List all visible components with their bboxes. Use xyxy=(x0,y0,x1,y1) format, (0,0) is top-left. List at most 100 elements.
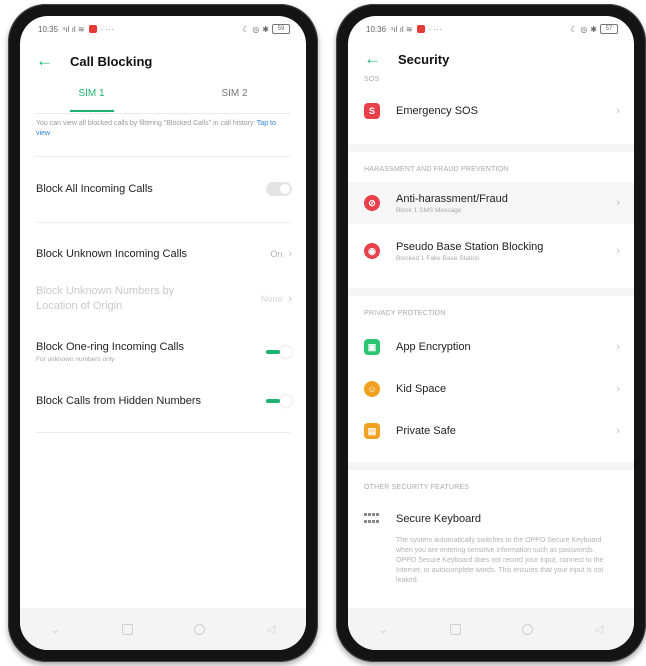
more-notifications-icon: · ··· xyxy=(100,24,114,34)
nav-hide-icon[interactable]: ⌄ xyxy=(51,623,60,636)
notification-icon xyxy=(416,25,425,33)
block-icon: ⊘ xyxy=(364,195,380,211)
row-label: Block All Incoming Calls xyxy=(36,183,153,195)
sim-tabs: SIM 1 SIM 2 xyxy=(20,80,306,114)
divider xyxy=(36,156,290,157)
app-bar: ← Security xyxy=(348,44,634,74)
blocked-calls-info: You can view all blocked calls by filter… xyxy=(36,119,290,139)
chevron-right-icon: › xyxy=(616,383,620,395)
secure-keyboard-description: The system automatically switches to the… xyxy=(396,537,604,584)
chevron-right-icon: › xyxy=(616,197,620,209)
lock-icon: ▣ xyxy=(364,339,380,355)
item-kid-space[interactable]: ☺ Kid Space › xyxy=(364,370,620,408)
section-band xyxy=(348,288,634,296)
item-label: Private Safe xyxy=(396,425,456,437)
item-label: Emergency SOS xyxy=(396,105,478,117)
status-bar: 10:35 ⁴ıl ıl ≋ · ··· ☾ ◎ ✱ 59 xyxy=(20,16,306,42)
row-label: Block Unknown Incoming Calls xyxy=(36,248,188,260)
back-triangle-icon[interactable]: ◁ xyxy=(267,623,275,636)
back-arrow-icon[interactable]: ← xyxy=(36,51,56,71)
divider xyxy=(36,432,290,433)
bluetooth-icon: ✱ xyxy=(262,24,269,34)
back-arrow-icon[interactable]: ← xyxy=(364,49,384,69)
row-value: On xyxy=(270,249,283,259)
vibrate-icon: ◎ xyxy=(580,24,588,34)
row-block-all[interactable]: Block All Incoming Calls xyxy=(36,174,292,204)
item-label: Secure Keyboard xyxy=(396,513,481,525)
chevron-right-icon: › xyxy=(616,425,620,437)
recent-apps-icon[interactable] xyxy=(121,623,133,635)
moon-icon: ☾ xyxy=(242,24,250,34)
item-label: Pseudo Base Station Blocking xyxy=(396,240,544,253)
item-anti-harassment[interactable]: ⊘ Anti-harassment/Fraud Block 1 SMS Mess… xyxy=(348,182,634,224)
divider xyxy=(36,222,290,223)
item-label: Anti-harassment/Fraud xyxy=(396,192,508,205)
navigation-bar: ⌄ ◁ xyxy=(348,608,634,650)
page-title: Call Blocking xyxy=(70,53,153,69)
phone-left: 10:35 ⁴ıl ıl ≋ · ··· ☾ ◎ ✱ 59 ← Call Blo… xyxy=(8,4,318,662)
block-all-toggle[interactable] xyxy=(266,182,292,196)
item-label: Kid Space xyxy=(396,383,447,395)
row-label: Block Calls from Hidden Numbers xyxy=(36,395,202,407)
signal-icon: ⁴ıl ıl ≋ xyxy=(62,24,85,34)
bluetooth-icon: ✱ xyxy=(590,24,597,34)
chevron-right-icon: › xyxy=(616,245,620,257)
chevron-right-icon: › xyxy=(288,293,292,305)
row-label: Block One-ring Incoming Calls xyxy=(36,341,184,353)
section-header-sos: SOS xyxy=(364,76,380,83)
home-icon[interactable] xyxy=(522,623,534,635)
moon-icon: ☾ xyxy=(570,24,578,34)
tab-divider xyxy=(36,113,290,114)
status-time: 10:36 xyxy=(366,24,387,34)
section-band xyxy=(348,462,634,470)
call-blocking-screen: 10:35 ⁴ıl ıl ≋ · ··· ☾ ◎ ✱ 59 ← Call Blo… xyxy=(20,16,306,650)
item-app-encryption[interactable]: ▣ App Encryption › xyxy=(364,328,620,366)
section-header-harassment: HARASSMENT AND FRAUD PREVENTION xyxy=(364,166,509,173)
section-header-privacy: PRIVACY PROTECTION xyxy=(364,310,446,317)
phone-right: 10:36 ⁴ıl ıl ≋ · ··· ☾ ◎ ✱ 57 ← Security… xyxy=(336,4,646,662)
home-icon[interactable] xyxy=(194,623,206,635)
tab-sim1[interactable]: SIM 1 xyxy=(20,80,163,114)
item-emergency-sos[interactable]: S Emergency SOS › xyxy=(364,92,620,130)
tower-icon: ◉ xyxy=(364,243,380,259)
row-block-one-ring[interactable]: Block One-ring Incoming Calls For unknow… xyxy=(36,334,292,370)
notification-icon xyxy=(88,25,97,33)
item-sublabel: Block 1 SMS Message xyxy=(396,206,462,214)
status-bar: 10:36 ⁴ıl ıl ≋ · ··· ☾ ◎ ✱ 57 xyxy=(348,16,634,42)
item-label: App Encryption xyxy=(396,341,471,353)
chevron-right-icon: › xyxy=(616,105,620,117)
kid-face-icon: ☺ xyxy=(364,381,380,397)
app-bar: ← Call Blocking xyxy=(20,46,306,76)
more-notifications-icon: · ··· xyxy=(428,24,442,34)
keyboard-icon xyxy=(364,513,380,525)
section-band xyxy=(348,144,634,152)
chevron-right-icon: › xyxy=(288,248,292,260)
block-one-ring-toggle[interactable] xyxy=(266,345,292,359)
tab-sim2[interactable]: SIM 2 xyxy=(163,80,306,114)
item-sublabel: Blocked 1 Fake Base Station xyxy=(396,254,480,262)
safe-icon: ▤ xyxy=(364,423,380,439)
page-title: Security xyxy=(398,51,450,67)
nav-hide-icon[interactable]: ⌄ xyxy=(379,623,388,636)
info-text: You can view all blocked calls by filter… xyxy=(36,120,255,127)
row-value: None xyxy=(260,294,283,304)
battery-icon: 57 xyxy=(600,24,618,34)
item-secure-keyboard[interactable]: Secure Keyboard xyxy=(364,500,620,538)
sos-icon: S xyxy=(364,103,380,119)
status-time: 10:35 xyxy=(38,24,59,34)
row-block-hidden[interactable]: Block Calls from Hidden Numbers xyxy=(36,386,292,416)
row-block-location: Block Unknown Numbers by Location of Ori… xyxy=(36,280,292,318)
vibrate-icon: ◎ xyxy=(252,24,260,34)
item-private-safe[interactable]: ▤ Private Safe › xyxy=(364,412,620,450)
block-hidden-toggle[interactable] xyxy=(266,394,292,408)
back-triangle-icon[interactable]: ◁ xyxy=(595,623,603,636)
security-screen: 10:36 ⁴ıl ıl ≋ · ··· ☾ ◎ ✱ 57 ← Security… xyxy=(348,16,634,650)
item-pseudo-base-station[interactable]: ◉ Pseudo Base Station Blocking Blocked 1… xyxy=(364,230,620,272)
recent-apps-icon[interactable] xyxy=(449,623,461,635)
battery-icon: 59 xyxy=(272,24,290,34)
section-header-other: OTHER SECURITY FEATURES xyxy=(364,484,470,491)
navigation-bar: ⌄ ◁ xyxy=(20,608,306,650)
row-sublabel: For unknown numbers only xyxy=(36,356,115,363)
row-block-unknown[interactable]: Block Unknown Incoming Calls On › xyxy=(36,239,292,269)
signal-icon: ⁴ıl ıl ≋ xyxy=(390,24,413,34)
